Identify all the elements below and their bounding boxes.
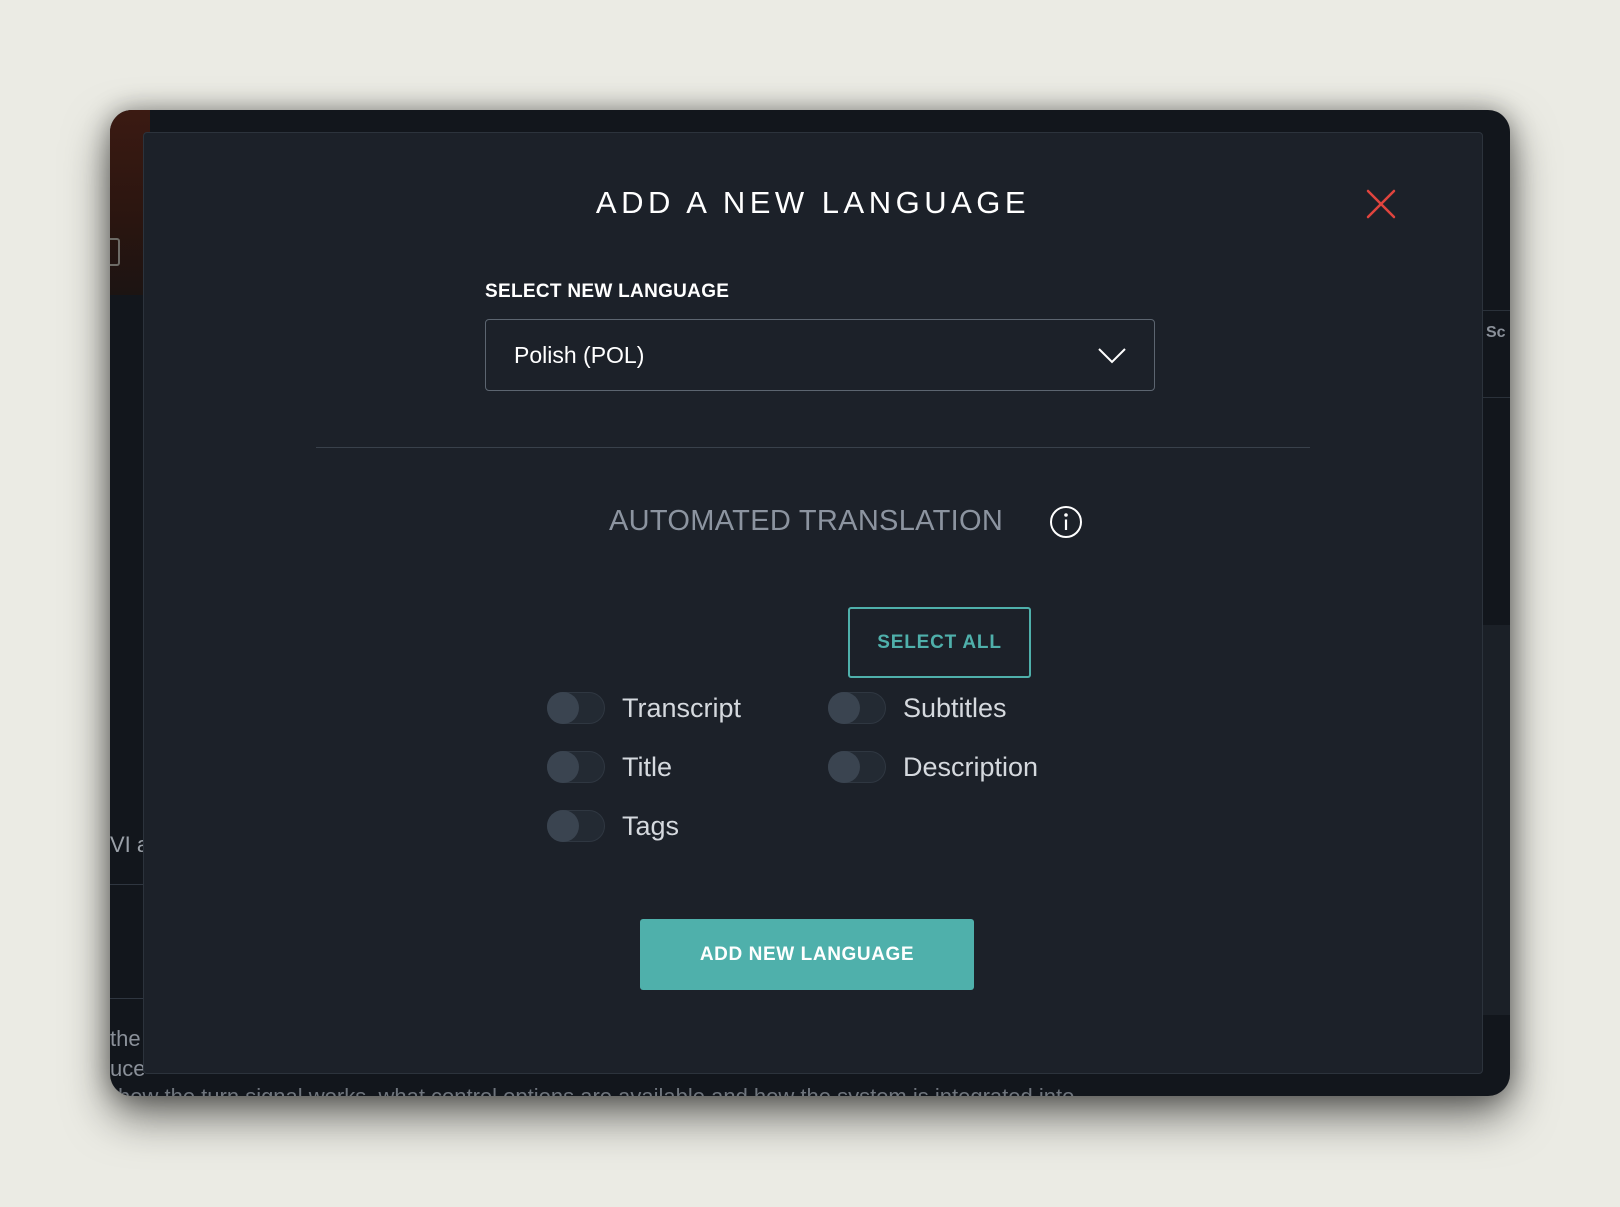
background-checkbox	[110, 238, 120, 266]
toggle-knob	[828, 692, 860, 724]
modal-title: ADD A NEW LANGUAGE	[595, 185, 1031, 220]
toggle-knob	[547, 751, 579, 783]
toggle-switch[interactable]	[547, 692, 605, 724]
background-right-label: Sc	[1486, 324, 1506, 341]
automated-translation-heading: AUTOMATED TRANSLATION	[609, 505, 1004, 537]
toggle-label: Subtitles	[903, 692, 1007, 723]
background-divider	[110, 884, 144, 885]
toggle-transcript[interactable]: Transcript	[547, 692, 741, 724]
toggle-subtitles[interactable]: Subtitles	[828, 692, 1007, 724]
toggle-switch[interactable]	[828, 692, 886, 724]
toggle-switch[interactable]	[547, 751, 605, 783]
toggle-label: Tags	[622, 810, 680, 841]
background-text-line: uce	[110, 1056, 144, 1081]
add-language-modal: ADD A NEW LANGUAGE SELECT NEW LANGUAGE P…	[143, 132, 1483, 1074]
toggle-title[interactable]: Title	[547, 751, 672, 783]
background-right-panel	[1482, 625, 1510, 1015]
toggle-label: Title	[622, 751, 673, 782]
select-all-button[interactable]: SELECT ALL	[848, 607, 1031, 678]
toggle-switch[interactable]	[828, 751, 886, 783]
info-icon[interactable]	[1049, 505, 1083, 539]
toggle-knob	[828, 751, 860, 783]
background-sentence: how the turn signal works, what control …	[110, 1084, 1510, 1096]
add-new-language-button[interactable]: ADD NEW LANGUAGE	[640, 919, 974, 990]
toggle-label: Transcript	[622, 692, 742, 723]
toggle-tags[interactable]: Tags	[547, 810, 679, 842]
toggle-label: Description	[903, 751, 1039, 782]
language-select[interactable]: Polish (POL)	[485, 319, 1155, 391]
app-window: Sc VI a the uce how the turn signal work…	[110, 110, 1510, 1096]
toggle-description[interactable]: Description	[828, 751, 1038, 783]
background-divider	[110, 998, 144, 999]
chevron-down-icon	[1098, 348, 1126, 364]
toggle-knob	[547, 810, 579, 842]
section-divider	[316, 447, 1310, 448]
select-language-label: SELECT NEW LANGUAGE	[485, 281, 730, 302]
close-button[interactable]	[1366, 189, 1396, 219]
toggle-switch[interactable]	[547, 810, 605, 842]
background-left-text: VI a	[110, 832, 144, 857]
toggle-knob	[547, 692, 579, 724]
close-icon	[1366, 189, 1396, 219]
background-text-line: the	[110, 1026, 141, 1051]
selected-language: Polish (POL)	[514, 341, 645, 368]
